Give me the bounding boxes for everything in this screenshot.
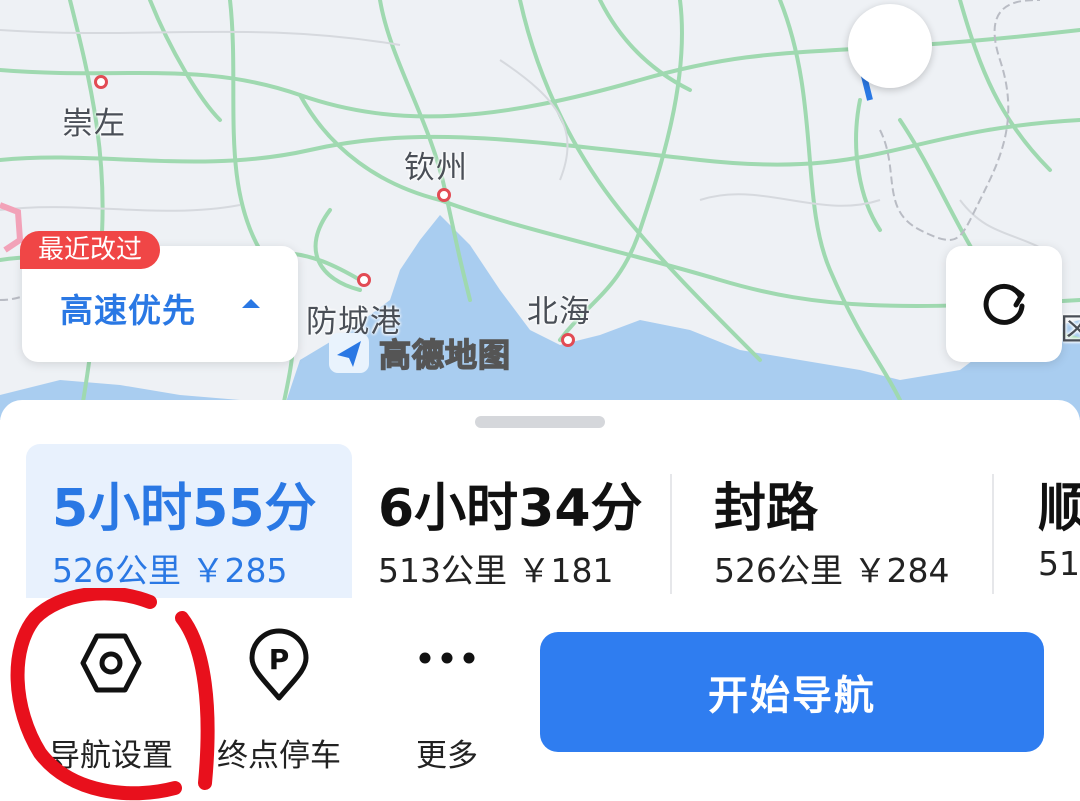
- start-navigation-button[interactable]: 开始导航: [540, 632, 1044, 752]
- map-logo: 高德地图: [327, 330, 511, 376]
- destination-marker[interactable]: [848, 4, 932, 88]
- caret-up-icon[interactable]: [240, 296, 262, 310]
- destination-parking-button[interactable]: P 终点停车: [194, 628, 364, 774]
- nav-settings-button[interactable]: 导航设置: [26, 628, 196, 774]
- route-divider: [992, 474, 994, 594]
- city-dot: [94, 75, 108, 89]
- route-duration: 6小时34分: [378, 479, 643, 539]
- settings-hexagon-icon: [80, 633, 142, 693]
- more-button[interactable]: 更多: [362, 628, 532, 774]
- route-option-3[interactable]: 封路 526公里 ￥284: [688, 444, 992, 604]
- city-dot: [437, 188, 451, 202]
- city-label: 钦州: [404, 150, 468, 186]
- city-label: 北海: [527, 294, 591, 330]
- route-distance-cost: 51: [1038, 544, 1080, 583]
- refresh-icon: [983, 283, 1025, 325]
- route-duration: 5小时55分: [52, 479, 317, 539]
- route-option-1[interactable]: 5小时55分 526公里 ￥285: [26, 444, 352, 604]
- route-distance-cost: 513公里 ￥181: [378, 551, 614, 590]
- city-label: 崇左: [62, 106, 126, 142]
- city-dot: [357, 273, 371, 287]
- more-label: 更多: [416, 738, 478, 774]
- map-logo-text: 高德地图: [378, 335, 512, 375]
- route-preference-label[interactable]: 高速优先: [60, 284, 196, 332]
- route-option-2[interactable]: 6小时34分 513公里 ￥181: [352, 444, 672, 604]
- parking-pin-icon: P: [249, 628, 309, 701]
- more-dots-icon: [419, 652, 475, 664]
- city-label-fragment: 区: [1060, 312, 1080, 348]
- route-option-4[interactable]: 顺 51: [1012, 444, 1080, 604]
- route-duration: 封路: [714, 479, 819, 539]
- amap-logo-icon: [329, 333, 369, 373]
- destination-parking-label: 终点停车: [217, 738, 341, 774]
- drag-handle[interactable]: [475, 416, 605, 428]
- route-divider: [670, 474, 672, 594]
- recently-changed-badge: 最近改过: [20, 231, 161, 269]
- bottom-action-bar: 导航设置 P 终点停车 更多 开始导航: [0, 598, 1080, 801]
- city-dot: [561, 333, 575, 347]
- refresh-button[interactable]: [946, 246, 1062, 362]
- route-distance-cost: 526公里 ￥285: [52, 551, 288, 590]
- route-duration: 顺: [1038, 479, 1080, 539]
- navigation-screen: 崇左 钦州 防城港 北海 区 高德地图 最近改过 高速优先 5小时55分 526…: [0, 0, 1080, 801]
- route-distance-cost: 526公里 ￥284: [714, 551, 950, 590]
- nav-settings-label: 导航设置: [49, 738, 173, 774]
- map-view[interactable]: 崇左 钦州 防城港 北海 区 高德地图 最近改过 高速优先: [0, 0, 1080, 420]
- svg-text:P: P: [269, 643, 290, 676]
